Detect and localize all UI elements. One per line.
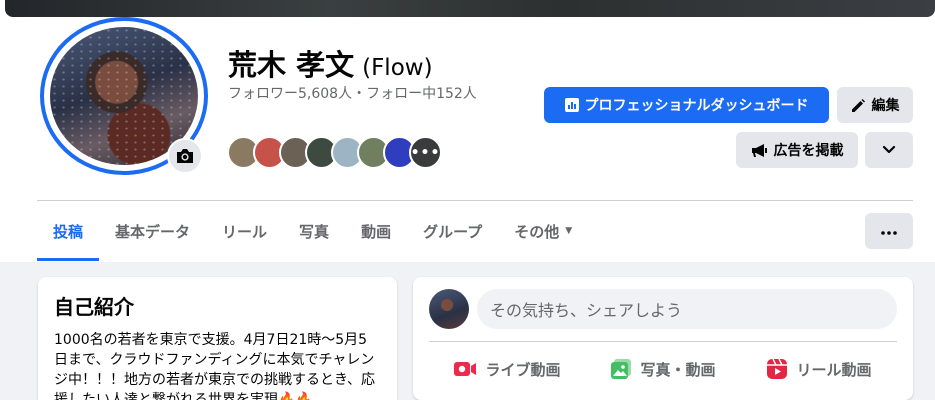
intro-card: 自己紹介 1000名の若者を東京で支援。4月7日21時〜5月5日まで、クラウドフ… [38,277,397,400]
more-options-button[interactable] [865,132,913,168]
composer-input[interactable]: その気持ち、シェアしよう [477,289,897,329]
advertise-label: 広告を掲載 [773,143,844,159]
header-divider [37,200,913,201]
follower-count[interactable]: フォロワー5,608人・フォロー中152人 [228,85,483,104]
ellipsis-icon[interactable]: ••• [409,136,442,169]
live-video-button[interactable]: ライブ動画 [429,349,585,389]
reel-video-button[interactable]: リール動画 [741,349,897,389]
tab-reels[interactable]: リール [206,205,283,257]
intro-title: 自己紹介 [54,295,134,319]
composer-avatar[interactable] [429,289,469,329]
megaphone-icon [751,143,768,158]
caret-down-icon: ▼ [565,226,573,236]
cover-photo[interactable] [5,0,935,17]
photo-video-label: 写真・動画 [640,360,716,379]
reel-icon [766,358,788,380]
pencil-icon [851,98,866,113]
professional-dashboard-button[interactable]: プロフェッショナルダッシュボード [544,87,829,123]
camera-icon[interactable] [167,138,203,174]
ellipsis-icon [881,223,897,239]
tab-more[interactable]: その他 ▼ [498,205,588,257]
tab-groups[interactable]: グループ [407,205,498,257]
composer-divider [429,341,897,342]
post-composer: その気持ち、シェアしよう ライブ動画 写真・動画 リール動画 [413,277,913,400]
tab-videos[interactable]: 動画 [345,205,407,257]
advertise-button[interactable]: 広告を掲載 [736,132,858,168]
chevron-down-icon [882,142,896,158]
tab-more-label: その他 [514,222,560,241]
live-video-icon [453,360,477,378]
photo-video-button[interactable]: 写真・動画 [585,349,741,389]
dashboard-label: プロフェッショナルダッシュボード [584,98,809,114]
profile-alt-name: (Flow) [362,55,433,81]
profile-tabs: 投稿 基本データ リール 写真 動画 グループ その他 ▼ [37,205,588,261]
profile-name: 荒木 孝文 (Flow) [228,42,433,84]
intro-text: 1000名の若者を東京で支援。4月7日21時〜5月5日まで、クラウドファンディン… [54,332,376,400]
friend-avatars: ••• [227,136,442,169]
live-video-label: ライブ動画 [485,360,561,379]
profile-name-text: 荒木 孝文 [228,48,355,82]
photo-icon [610,358,632,380]
edit-profile-button[interactable]: 編集 [837,87,913,123]
tabs-more-button[interactable] [865,213,913,249]
composer-actions: ライブ動画 写真・動画 リール動画 [429,349,897,389]
edit-label: 編集 [871,98,900,114]
tab-photos[interactable]: 写真 [283,205,345,257]
tab-about[interactable]: 基本データ [99,205,206,257]
reel-video-label: リール動画 [796,360,872,379]
tab-posts[interactable]: 投稿 [37,205,100,261]
dashboard-icon [564,98,579,112]
